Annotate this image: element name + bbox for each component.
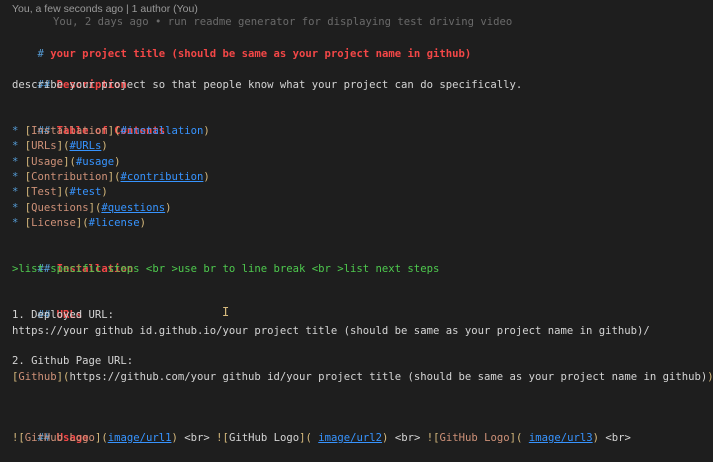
link-text: URLs	[31, 140, 57, 153]
code-line[interactable]: ## Description	[12, 63, 709, 91]
code-line[interactable]: >list specific steps <br >use br to line…	[12, 262, 709, 277]
paragraph-text: describe your project so that people kno…	[12, 79, 523, 92]
bullet: *	[12, 125, 19, 138]
code-line[interactable]: ## Installation	[12, 247, 709, 275]
indented-text: >list specific steps <br >use br to line…	[12, 263, 440, 276]
image-url[interactable]: image/url1	[108, 432, 172, 444]
code-line[interactable]: ## URLs	[12, 293, 709, 321]
link-text: Test	[31, 186, 57, 199]
bullet: *	[12, 140, 19, 153]
code-line[interactable]: ## Usage	[12, 416, 709, 444]
link-text: Questions	[31, 201, 89, 214]
toc-line[interactable]: * [URLs](#URLs)	[12, 139, 709, 154]
code-line[interactable]: [Github](https://github.com/your github …	[12, 370, 713, 385]
code-line[interactable]: describe your project so that people kno…	[12, 78, 709, 93]
toc-line[interactable]: * [License](#license)	[12, 216, 709, 231]
code-line[interactable]: ## Table of Contents	[12, 109, 709, 137]
link-anchor[interactable]: #questions	[101, 202, 165, 214]
list-item-text: 1. Deployed URL:	[12, 309, 115, 322]
url-text: https://your github id.github.io/your pr…	[12, 324, 650, 337]
heading-text: your project title (should be same as yo…	[50, 48, 472, 61]
code-line-empty[interactable]	[12, 278, 709, 293]
br-tag: <br>	[394, 431, 421, 444]
code-line[interactable]: 2. Github Page URL:	[12, 354, 709, 369]
link-text: License	[31, 217, 76, 230]
link-text: Usage	[31, 155, 64, 168]
br-tag: <br>	[605, 431, 631, 444]
code-line-empty[interactable]	[12, 93, 709, 108]
link-anchor[interactable]: #license	[89, 217, 140, 229]
code-line[interactable]: ![GitHub Logo](image/url1) <br> ![GitHub…	[12, 431, 709, 446]
image-alt-text: GitHub Logo	[439, 431, 510, 444]
br-tag: <br>	[184, 431, 210, 444]
link-anchor[interactable]: #contribution	[120, 171, 203, 183]
link-text: Installation	[31, 125, 108, 138]
image-url[interactable]: image/url3	[529, 432, 593, 444]
link-anchor[interactable]: #test	[69, 186, 101, 198]
codelens-author-info[interactable]: You, a few seconds ago | 1 author (You)	[12, 3, 198, 15]
image-alt-text: GitHub Logo	[24, 431, 95, 444]
link-anchor[interactable]: #installation	[120, 125, 203, 137]
bullet: *	[12, 217, 19, 230]
list-item-text: 2. Github Page URL:	[12, 355, 134, 368]
link-url[interactable]: https://github.com/your github id/your p…	[69, 371, 707, 383]
code-line[interactable]: https://your github id.github.io/your pr…	[12, 324, 709, 339]
code-line-empty[interactable]	[12, 339, 709, 354]
bullet: *	[12, 186, 19, 199]
bullet: *	[12, 155, 19, 168]
image-alt-text: GitHub Logo	[228, 431, 300, 444]
link-text: Contribution	[31, 171, 108, 184]
bullet: *	[12, 171, 19, 184]
link-anchor[interactable]: #usage	[76, 156, 114, 168]
toc-line[interactable]: * [Contribution](#contribution)	[12, 170, 709, 185]
git-blame-annotation: You, 2 days ago • run readme generator f…	[53, 16, 513, 28]
toc-line[interactable]: * [Questions](#questions)	[12, 201, 709, 216]
image-url[interactable]: image/url2	[318, 432, 382, 444]
link-anchor[interactable]: #URLs	[69, 140, 101, 152]
code-line[interactable]: 1. Deployed URL:	[12, 308, 709, 323]
bullet: *	[12, 201, 19, 214]
text-cursor-icon: I	[222, 305, 230, 319]
code-line[interactable]: # your project title (should be same as …	[12, 32, 709, 60]
markdown-editor[interactable]: # your project title (should be same as …	[12, 32, 713, 446]
code-line-empty[interactable]	[12, 385, 709, 400]
toc-line[interactable]: * [Installation](#installation)	[12, 124, 709, 139]
code-line-empty[interactable]	[12, 231, 709, 246]
toc-line[interactable]: * [Test](#test)	[12, 185, 709, 200]
toc-line[interactable]: * [Usage](#usage)	[12, 155, 709, 170]
heading-marker: #	[37, 48, 44, 61]
link-text: Github	[18, 370, 57, 383]
code-line-empty[interactable]	[12, 400, 709, 415]
